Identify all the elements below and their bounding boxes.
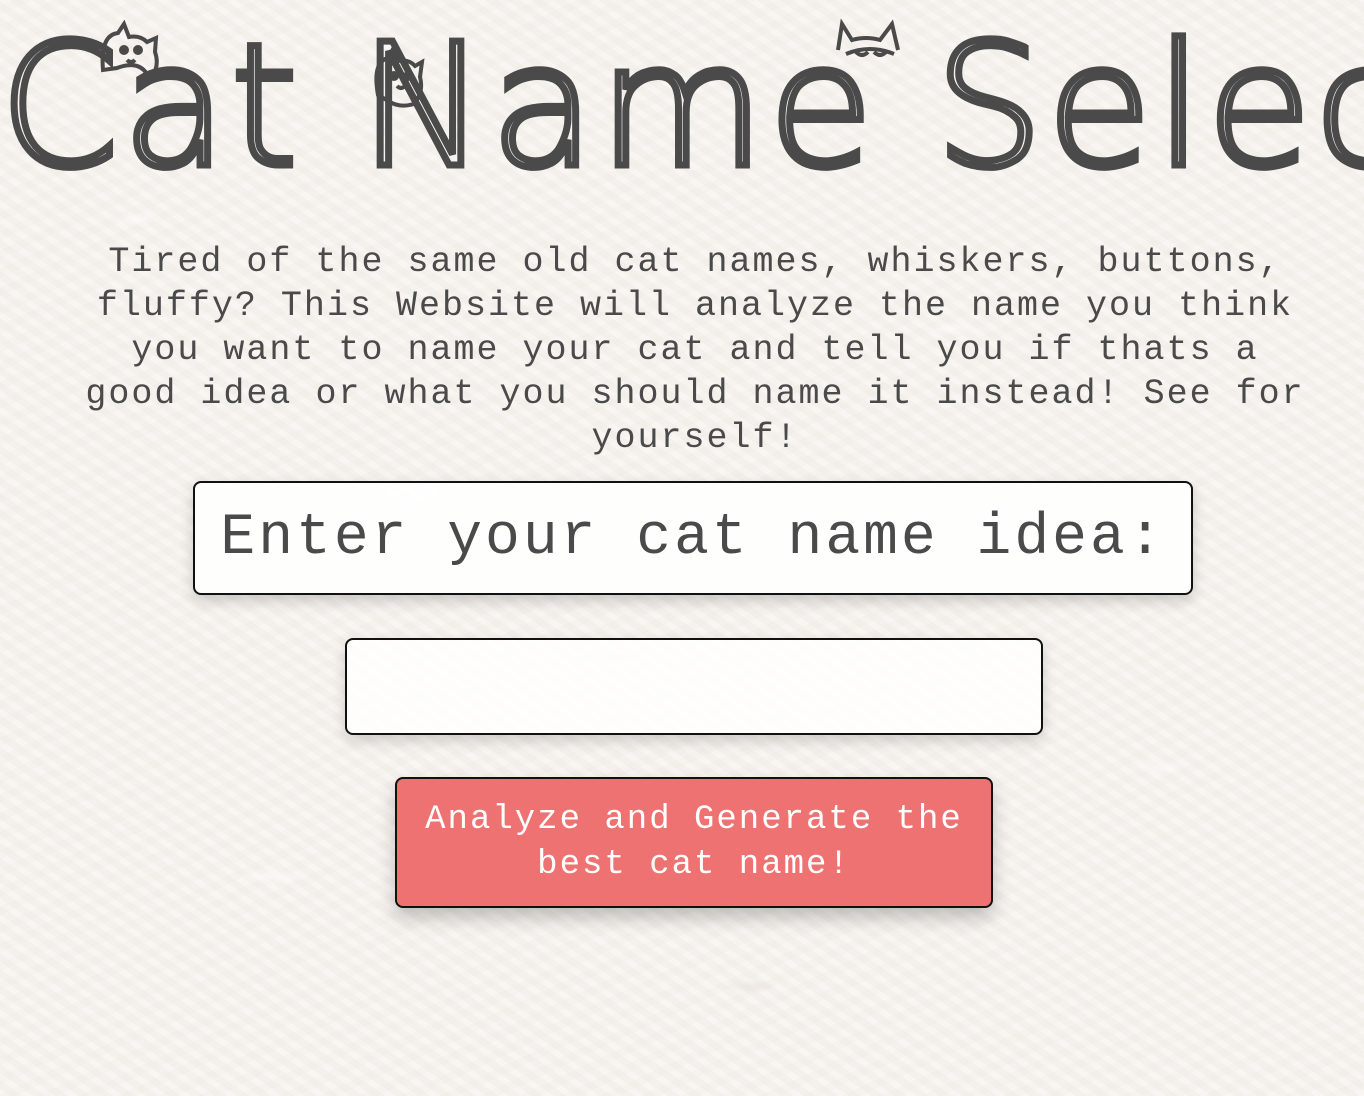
page-title: Cat Name Selector: [0, 5, 1364, 201]
analyze-generate-button[interactable]: Analyze and Generate the best cat name!: [395, 777, 993, 908]
intro-text: Tired of the same old cat names, whisker…: [85, 242, 1305, 458]
cat-name-input[interactable]: [345, 638, 1043, 735]
page-title-text: Cat Name Selector: [0, 8, 1364, 200]
cat-name-prompt-label: Enter your cat name idea:: [220, 505, 1166, 571]
cat-name-prompt: Enter your cat name idea:: [193, 481, 1193, 595]
